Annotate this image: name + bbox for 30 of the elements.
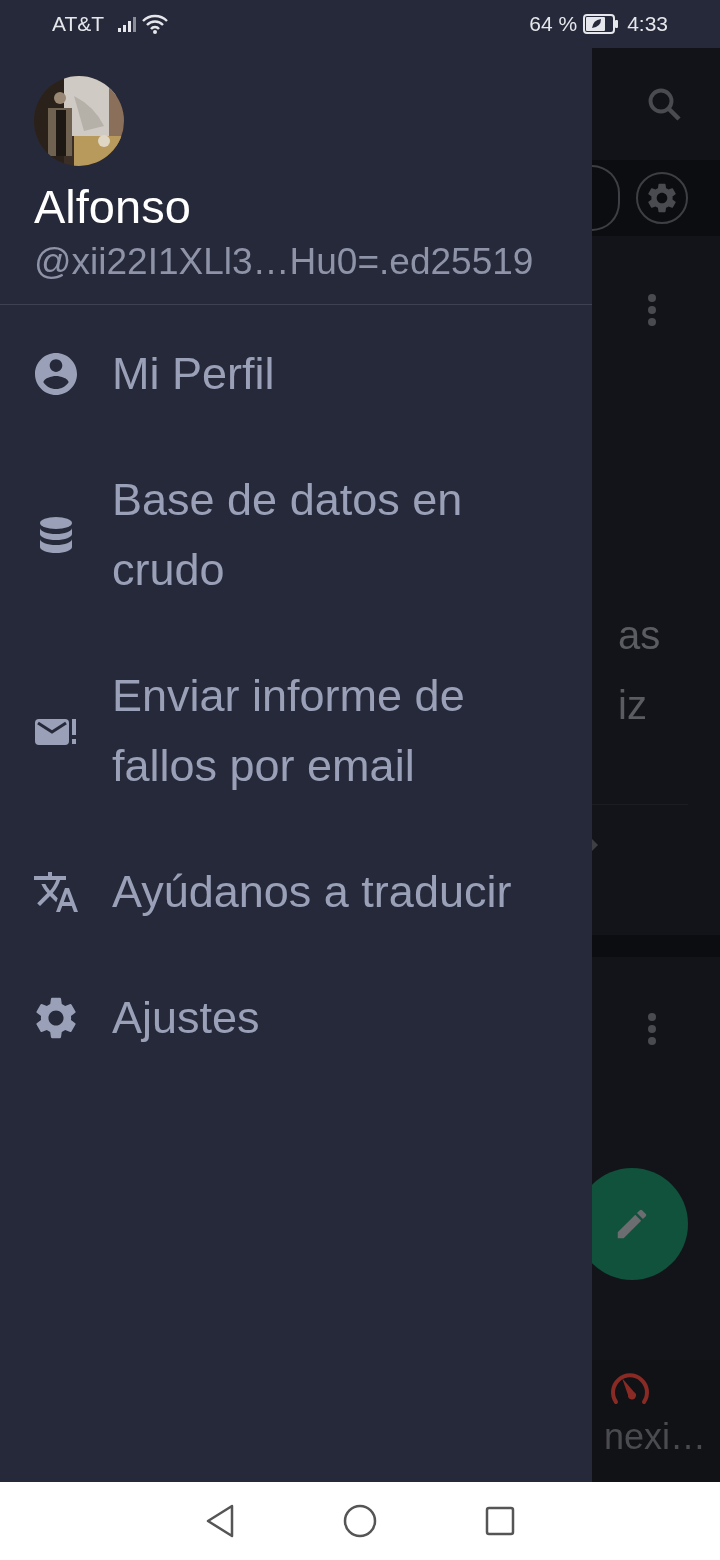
more-icon <box>647 294 657 326</box>
card-text: iz <box>618 682 647 729</box>
home-icon[interactable] <box>343 1504 377 1538</box>
gear-icon <box>648 183 676 213</box>
drawer-item[interactable]: Mi Perfil <box>0 311 592 437</box>
account-icon <box>35 353 77 395</box>
database-icon <box>40 517 72 553</box>
signal-icon <box>118 16 139 32</box>
mail-alert-icon <box>35 717 77 745</box>
speedometer-icon <box>610 1370 650 1406</box>
drawer-item[interactable]: Enviar informe de fallos por email <box>0 633 592 829</box>
user-handle: @xii22I1XLl3…Hu0=.ed25519 <box>34 240 535 284</box>
card-text: as <box>618 612 661 659</box>
search-icon[interactable] <box>646 86 682 122</box>
back-icon[interactable] <box>205 1504 235 1538</box>
carrier: AT&T <box>52 11 105 38</box>
settings-icon <box>36 997 76 1039</box>
translate-icon <box>34 872 78 912</box>
user-name: Alfonso <box>34 180 192 234</box>
more-icon <box>647 1013 657 1045</box>
drawer-item[interactable]: Ajustes <box>0 955 592 1081</box>
wifi-icon <box>142 14 169 34</box>
battery-percent: 64 % <box>529 11 578 38</box>
chevron-icon <box>592 839 600 851</box>
drawer-item[interactable]: Base de datos en crudo <box>0 437 592 633</box>
settings-button[interactable] <box>636 172 688 224</box>
drawer-item[interactable]: Ayúdanos a traducir <box>0 829 592 955</box>
battery-icon <box>583 14 620 34</box>
recents-icon[interactable] <box>485 1506 515 1536</box>
clock: 4:33 <box>627 11 668 38</box>
